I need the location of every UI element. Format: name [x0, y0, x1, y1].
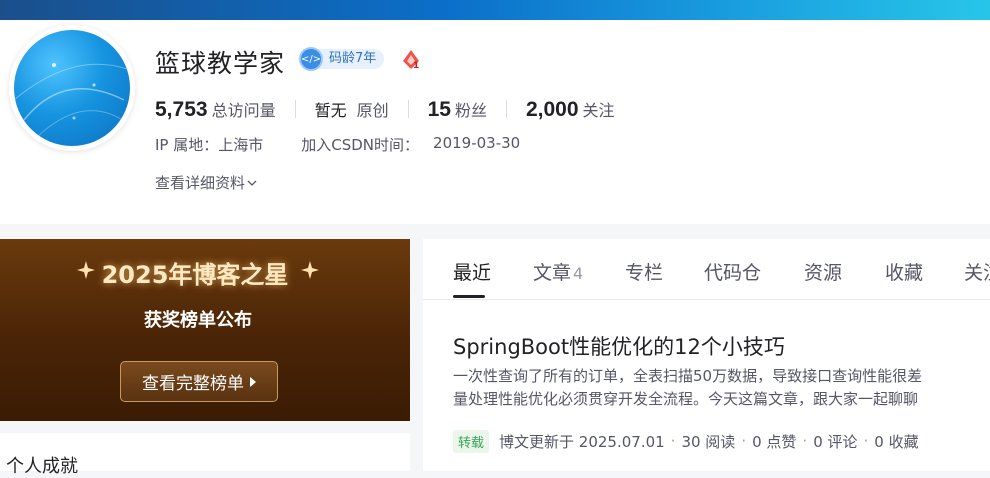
avatar-frame — [9, 25, 135, 151]
meta-separator: · — [863, 432, 869, 450]
chevron-down-icon — [247, 180, 257, 186]
article-description: 一次性查询了所有的订单，全表扫描50万数据，导致接口查询性能很差 量处理性能优化… — [453, 365, 990, 411]
article-desc-line: 量处理性能优化必须贯穿开发全流程。今天这篇文章，跟大家一起聊聊 — [453, 390, 919, 408]
achievements-title: 个人成就 — [6, 456, 78, 477]
promo-subtitle: 获奖榜单公布 — [144, 310, 252, 331]
like-count: 0 点赞 — [752, 432, 797, 451]
blog-star-promo[interactable]: 2025年博客之星 获奖榜单公布 查看完整榜单 — [0, 239, 410, 421]
fans-label: 粉丝 — [454, 100, 487, 120]
join-date: 2019-03-30 — [433, 134, 521, 152]
view-full-list-label: 查看完整榜单 — [142, 374, 244, 394]
tab-favorites[interactable]: 收藏 — [885, 258, 923, 285]
divider — [294, 100, 296, 118]
tab-articles-label: 文章 — [533, 262, 572, 284]
articles-count: 4 — [573, 264, 584, 283]
tab-columns[interactable]: 专栏 — [625, 258, 663, 285]
updated-date: 博文更新于 2025.07.01 — [499, 432, 665, 451]
stat-fans[interactable]: 15 粉丝 — [428, 97, 487, 122]
profile-info: IP 属地：上海市 加入CSDN时间： 2019-03-30 — [155, 134, 520, 155]
original-label: 原创 — [356, 101, 389, 120]
tab-columns-label: 专栏 — [625, 262, 664, 284]
tab-recent[interactable]: 最近 — [453, 258, 491, 285]
following-label: 关注 — [582, 100, 615, 120]
profile-card: 篮球教学家 </> 码龄7年 1 5,753 总访问量 暂无 原创 15 粉丝 … — [0, 20, 990, 224]
visits-label: 总访问量 — [211, 100, 276, 120]
tab-following[interactable]: 关注 — [964, 258, 990, 285]
medal-icon[interactable]: 1 — [399, 47, 423, 71]
tab-code-repo[interactable]: 代码仓 — [704, 258, 761, 285]
visits-count: 5,753 — [155, 97, 208, 121]
article-desc-line: 一次性查询了所有的订单，全表扫描50万数据，导致接口查询性能很差 — [453, 367, 923, 385]
coding-age-label: 码龄7年 — [317, 49, 385, 69]
coding-age-badge[interactable]: </> 码龄7年 — [299, 47, 385, 71]
read-count: 30 阅读 — [681, 432, 736, 451]
content-tabs: 最近 文章4 专栏 代码仓 资源 收藏 关注 — [423, 239, 990, 300]
divider — [407, 100, 409, 118]
tab-articles[interactable]: 文章 4 — [533, 258, 583, 285]
comment-count: 0 评论 — [813, 432, 858, 451]
tab-favorites-label: 收藏 — [885, 262, 924, 284]
triangle-right-icon — [250, 376, 256, 387]
meta-separator: · — [741, 432, 747, 450]
join-label: 加入CSDN时间： — [301, 136, 420, 154]
meta-separator: · — [802, 432, 808, 450]
tab-recent-label: 最近 — [453, 262, 492, 284]
svg-text:1: 1 — [413, 61, 419, 71]
profile-stats: 5,753 总访问量 暂无 原创 15 粉丝 2,000 关注 — [155, 96, 615, 122]
top-banner — [0, 0, 990, 20]
view-details-link[interactable]: 查看详细资料 — [155, 172, 257, 193]
original-count: 暂无 — [314, 101, 347, 120]
sparkle-icon — [301, 261, 319, 279]
stat-following[interactable]: 2,000 关注 — [526, 97, 615, 122]
view-full-list-button[interactable]: 查看完整榜单 — [120, 361, 278, 402]
stat-visits[interactable]: 5,753 总访问量 — [155, 97, 276, 122]
stat-original[interactable]: 暂无 原创 — [315, 97, 389, 121]
tab-code-repo-label: 代码仓 — [704, 262, 762, 284]
username: 篮球教学家 — [155, 49, 286, 78]
following-count: 2,000 — [525, 97, 579, 121]
achievements-panel: 个人成就 — [0, 433, 410, 477]
divider — [505, 100, 507, 118]
code-icon: </> — [299, 47, 323, 71]
repost-tag: 转载 — [453, 429, 490, 453]
tab-resources[interactable]: 资源 — [804, 258, 842, 285]
article-title[interactable]: SpringBoot性能优化的12个小技巧 — [453, 331, 785, 361]
content-panel: 最近 文章4 专栏 代码仓 资源 收藏 关注 SpringBoot性能优化的12… — [423, 239, 990, 471]
avatar-swirl-graphic — [14, 63, 130, 141]
tab-following-label: 关注 — [964, 262, 990, 284]
view-details-label: 查看详细资料 — [155, 174, 246, 192]
article-meta: 转载 博文更新于 2025.07.01 · 30 阅读 · 0 点赞 · 0 评… — [453, 429, 919, 453]
meta-separator: · — [670, 432, 676, 450]
tab-resources-label: 资源 — [804, 262, 843, 284]
ip-location: IP 属地：上海市 — [155, 136, 264, 154]
avatar[interactable] — [14, 30, 130, 146]
favorite-count: 0 收藏 — [874, 432, 919, 451]
fans-count: 15 — [427, 97, 451, 121]
promo-title: 2025年博客之星 — [101, 261, 289, 289]
active-tab-indicator — [453, 295, 485, 298]
